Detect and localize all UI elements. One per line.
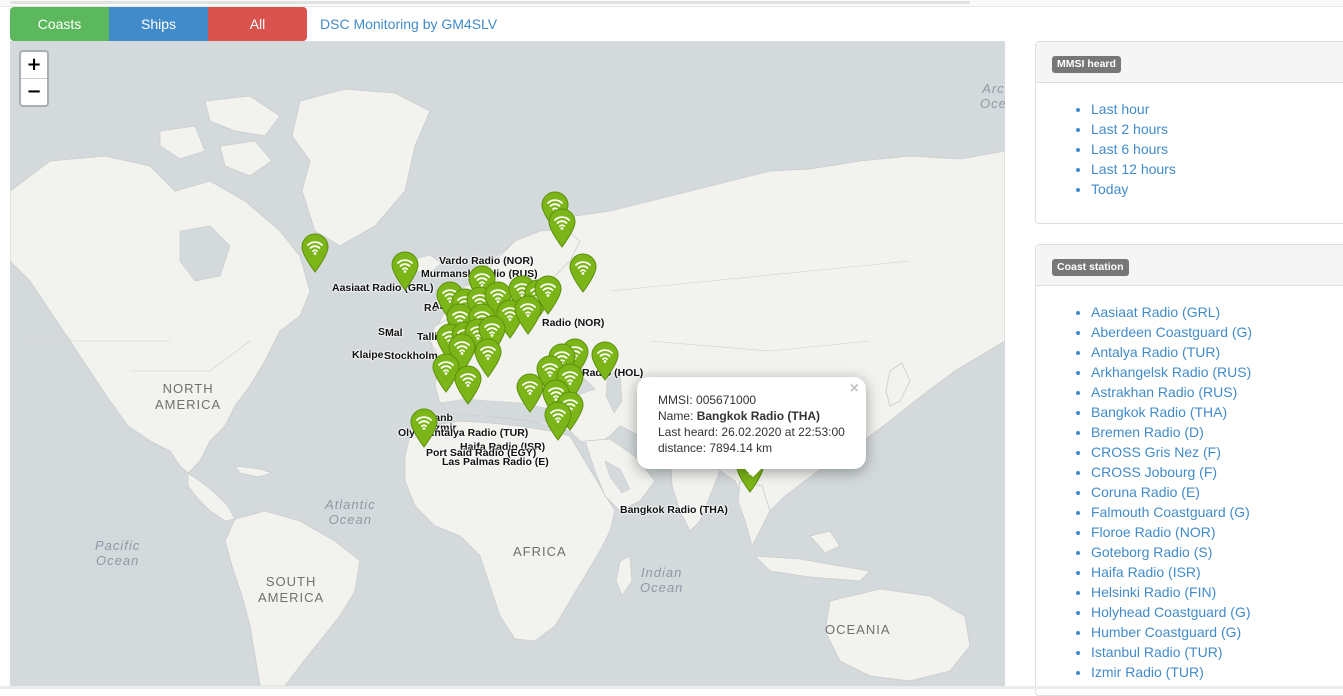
popup-mmsi: 005671000 — [696, 393, 757, 407]
coast-station-item[interactable]: Bangkok Radio (THA) — [1091, 402, 1343, 422]
coast-station-item[interactable]: Falmouth Coastguard (G) — [1091, 502, 1343, 522]
zoom-control: + − — [19, 50, 49, 107]
ocean-label-indian: Indian Ocean — [640, 565, 684, 595]
region-label-north-america: NORTH AMERICA — [155, 381, 222, 412]
region-label-oceania: OCEANIA — [825, 622, 891, 637]
world-map[interactable]: + − NORTH AMERICA SOUTH AMERICA AFRICA OCE… — [10, 41, 1005, 686]
coast-station-item[interactable]: Helsinki Radio (FIN) — [1091, 582, 1343, 602]
coast-station-item[interactable]: Bremen Radio (D) — [1091, 422, 1343, 442]
coast-station-item[interactable]: Astrakhan Radio (RUS) — [1091, 382, 1343, 402]
coast-station-item[interactable]: CROSS Gris Nez (F) — [1091, 442, 1343, 462]
ships-button[interactable]: Ships — [109, 7, 208, 41]
coast-station-item[interactable]: Holyhead Coastguard (G) — [1091, 602, 1343, 622]
mmsi-heard-item[interactable]: Today — [1091, 179, 1343, 199]
popup-last-heard: 26.02.2020 at 22:53:00 — [721, 425, 845, 439]
coast-station-item[interactable]: Humber Coastguard (G) — [1091, 622, 1343, 642]
ocean-label-pacific: Pacific Ocean — [95, 538, 141, 568]
station-marker[interactable] — [453, 365, 483, 405]
map-base-layer — [10, 41, 1005, 686]
popup-last-heard-row: Last heard: 26.02.2020 at 22:53:00 — [658, 424, 845, 440]
station-label: Mal — [385, 327, 403, 339]
popup-mmsi-row: MMSI: 005671000 — [658, 392, 845, 408]
station-marker[interactable] — [409, 408, 439, 448]
coast-station-item[interactable]: Coruna Radio (E) — [1091, 482, 1343, 502]
popup-name: Bangkok Radio (THA) — [696, 409, 821, 423]
station-marker[interactable] — [590, 341, 620, 381]
coast-station-item[interactable]: Goteborg Radio (S) — [1091, 542, 1343, 562]
coast-station-item[interactable]: Antalya Radio (TUR) — [1091, 342, 1343, 362]
coast-station-item[interactable]: Aasiaat Radio (GRL) — [1091, 302, 1343, 322]
popup-distance-row: distance: 7894.14 km — [658, 440, 845, 456]
station-marker[interactable] — [568, 253, 598, 293]
station-label: Bangkok Radio (THA) — [620, 504, 728, 516]
popup-close-button[interactable]: × — [850, 380, 859, 398]
region-label-africa: AFRICA — [513, 544, 567, 559]
zoom-out-button[interactable]: − — [21, 79, 47, 105]
coast-station-item[interactable]: CROSS Jobourg (F) — [1091, 462, 1343, 482]
coast-station-item[interactable]: Arkhangelsk Radio (RUS) — [1091, 362, 1343, 382]
mmsi-heard-panel: MMSI heard Last hour Last 2 hours Last 6… — [1035, 41, 1343, 224]
station-marker[interactable] — [543, 401, 573, 441]
ocean-label-atlantic: Atlantic Ocean — [325, 497, 376, 527]
all-button[interactable]: All — [208, 7, 307, 41]
coast-station-title: Coast station — [1052, 259, 1129, 276]
coast-station-item[interactable]: Istanbul Radio (TUR) — [1091, 642, 1343, 662]
station-marker[interactable] — [300, 233, 330, 273]
coast-station-item[interactable]: Aberdeen Coastguard (G) — [1091, 322, 1343, 342]
mmsi-heard-title: MMSI heard — [1052, 56, 1121, 73]
coast-station-item[interactable]: Izmir Radio (TUR) — [1091, 662, 1343, 682]
station-marker[interactable] — [547, 208, 577, 248]
station-label: Stockholm — [384, 350, 438, 362]
popup-last-heard-label: Last heard: — [658, 425, 719, 439]
popup-name-label: Name: — [658, 409, 694, 423]
brand-link[interactable]: DSC Monitoring by GM4SLV — [320, 16, 497, 32]
coast-station-panel: Coast station Aasiaat Radio (GRL) Aberde… — [1035, 244, 1343, 696]
popup-distance-label: distance: — [658, 441, 707, 455]
coast-station-item[interactable]: Haifa Radio (ISR) — [1091, 562, 1343, 582]
filter-button-group: Coasts Ships All — [10, 7, 307, 41]
region-label-south-america: SOUTH AMERICA — [258, 574, 325, 605]
popup-tip — [743, 467, 763, 477]
mmsi-heard-list: Last hour Last 2 hours Last 6 hours Last… — [1036, 83, 1343, 199]
station-label: Las Palmas Radio (E) — [442, 456, 549, 468]
mmsi-heard-item[interactable]: Last 2 hours — [1091, 119, 1343, 139]
coasts-button[interactable]: Coasts — [10, 7, 109, 41]
mmsi-heard-item[interactable]: Last hour — [1091, 99, 1343, 119]
coast-station-list: Aasiaat Radio (GRL) Aberdeen Coastguard … — [1036, 286, 1343, 682]
horizontal-scrollbar[interactable] — [10, 1, 970, 4]
window-top-bar — [0, 0, 1343, 7]
station-label: Klaipe — [352, 349, 384, 361]
mmsi-heard-item[interactable]: Last 12 hours — [1091, 159, 1343, 179]
popup-name-row: Name: Bangkok Radio (THA) — [658, 408, 845, 424]
station-marker[interactable] — [513, 295, 543, 335]
zoom-in-button[interactable]: + — [21, 52, 47, 79]
popup-distance: 7894.14 km — [709, 441, 773, 455]
station-marker[interactable] — [390, 251, 420, 291]
ocean-label-arctic: Arc Oce — [980, 81, 1005, 111]
coast-station-item[interactable]: Floroe Radio (NOR) — [1091, 522, 1343, 542]
popup-mmsi-label: MMSI: — [658, 393, 693, 407]
station-popup: × MMSI: 005671000 Name: Bangkok Radio (T… — [637, 377, 866, 477]
mmsi-heard-item[interactable]: Last 6 hours — [1091, 139, 1343, 159]
